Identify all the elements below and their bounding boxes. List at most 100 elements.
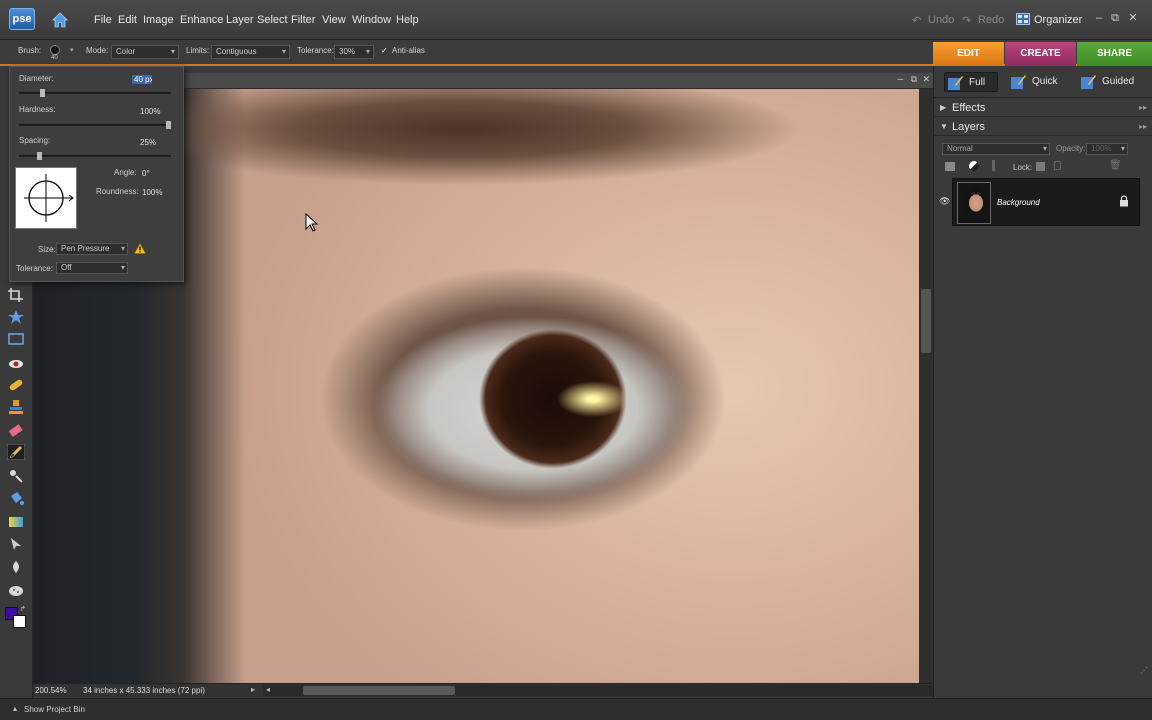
horizontal-scroll-thumb[interactable]: [303, 686, 455, 695]
link-layers-icon[interactable]: [992, 160, 995, 171]
hardness-slider-knob[interactable]: [166, 121, 171, 129]
show-project-bin-button[interactable]: Show Project Bin: [24, 705, 85, 714]
menu-file[interactable]: File: [94, 14, 112, 26]
close-icon[interactable]: ✕: [1127, 12, 1139, 24]
doc-restore-icon[interactable]: ⧉: [911, 74, 917, 85]
doc-minimize-icon[interactable]: –: [897, 74, 903, 85]
zoom-level[interactable]: 200.54%: [35, 686, 67, 695]
spot-healing-tool-icon[interactable]: [7, 377, 25, 393]
lock-transparent-icon[interactable]: [1036, 162, 1045, 171]
mouse-cursor-icon: [305, 213, 319, 232]
layers-controls: Normal Opacity: 100% Lock: 🗑: [934, 141, 1152, 179]
blur-tool-icon[interactable]: [7, 559, 25, 575]
organizer-icon: [1016, 13, 1030, 25]
resize-grip-icon[interactable]: ⋰: [1140, 666, 1148, 675]
cookie-cutter-tool-icon[interactable]: [7, 309, 25, 325]
lock-all-icon[interactable]: [1054, 161, 1061, 170]
diameter-slider[interactable]: [19, 89, 171, 97]
antialias-checkbox[interactable]: ✓: [381, 46, 388, 55]
clone-stamp-tool-icon[interactable]: [7, 399, 25, 415]
status-bar: 200.54% 34 inches x 45.333 inches (72 pp…: [33, 683, 943, 697]
swap-colors-icon[interactable]: ↱: [20, 605, 26, 613]
brush-tip-preview[interactable]: [15, 167, 77, 229]
tab-share[interactable]: SHARE: [1077, 42, 1152, 66]
tab-create[interactable]: CREATE: [1005, 42, 1076, 66]
redo-button[interactable]: Redo: [978, 14, 1004, 26]
layer-name[interactable]: Background: [997, 198, 1040, 207]
lock-icon: [1120, 195, 1128, 207]
new-layer-icon[interactable]: [945, 162, 955, 171]
minimize-icon[interactable]: –: [1093, 12, 1105, 24]
quick-fix-label: Quick: [1032, 76, 1058, 87]
full-edit-button[interactable]: Full: [944, 72, 998, 92]
tolerance-select[interactable]: Off: [56, 262, 128, 274]
brush-tool-icon[interactable]: [7, 444, 25, 460]
menu-layer[interactable]: Layer: [226, 14, 254, 26]
smart-brush-tool-icon[interactable]: [7, 467, 25, 483]
menu-enhance[interactable]: Enhance: [180, 14, 223, 26]
brush-preset-icon[interactable]: [50, 45, 60, 55]
organizer-button[interactable]: Organizer: [1034, 14, 1082, 26]
paint-bucket-tool-icon[interactable]: [7, 490, 25, 506]
mode-select[interactable]: Color: [111, 45, 179, 59]
lock-label: Lock:: [1013, 163, 1033, 172]
blend-mode-select[interactable]: Normal: [942, 143, 1050, 155]
hardness-label: Hardness:: [19, 105, 56, 114]
panel-bin: Full Quick Guided ▶ Effects ▸▸ ▼ Layers …: [933, 66, 1152, 698]
menu-view[interactable]: View: [322, 14, 346, 26]
mode-label: Mode:: [86, 46, 109, 55]
vertical-scroll-thumb[interactable]: [921, 289, 931, 353]
size-select[interactable]: Pen Pressure: [56, 243, 128, 255]
menu-select[interactable]: Select: [257, 14, 288, 26]
sponge-tool-icon[interactable]: [7, 582, 25, 598]
undo-button[interactable]: Undo: [928, 14, 954, 26]
diameter-slider-knob[interactable]: [40, 89, 45, 97]
spacing-slider-knob[interactable]: [37, 152, 42, 160]
menu-window[interactable]: Window: [352, 14, 391, 26]
tab-edit[interactable]: EDIT: [933, 42, 1004, 66]
limits-select[interactable]: Contiguous: [211, 45, 290, 59]
panel-menu-icon[interactable]: ▸▸: [1139, 99, 1147, 117]
diameter-input[interactable]: 40 px: [132, 75, 152, 84]
crop-tool-icon[interactable]: [7, 287, 25, 303]
quick-fix-icon: [1011, 75, 1026, 89]
hardness-input[interactable]: 100%: [140, 107, 160, 116]
angle-input[interactable]: 0°: [142, 169, 150, 178]
tolerance-input[interactable]: 30%: [334, 45, 374, 59]
menu-edit[interactable]: Edit: [118, 14, 137, 26]
home-icon[interactable]: [50, 10, 70, 30]
menu-filter[interactable]: Filter: [291, 14, 315, 26]
menu-image[interactable]: Image: [143, 14, 174, 26]
doc-close-icon[interactable]: ✕: [922, 74, 930, 85]
roundness-input[interactable]: 100%: [142, 188, 162, 197]
adjustment-layer-icon[interactable]: [969, 161, 979, 171]
scroll-left-icon[interactable]: ◂: [266, 685, 270, 694]
visibility-eye-icon[interactable]: 👁: [939, 196, 950, 207]
menu-help[interactable]: Help: [396, 14, 419, 26]
horizontal-scrollbar[interactable]: ◂ ▸: [263, 685, 943, 696]
spacing-slider[interactable]: [19, 152, 171, 160]
effects-panel-header[interactable]: ▶ Effects ▸▸: [934, 99, 1152, 117]
effects-panel-title: Effects: [952, 102, 986, 114]
panel-menu-icon[interactable]: ▸▸: [1139, 118, 1147, 136]
straighten-tool-icon[interactable]: [7, 331, 25, 347]
angle-label: Angle:: [114, 168, 137, 177]
project-bin-arrow-icon[interactable]: ▴: [13, 704, 17, 713]
vertical-scrollbar[interactable]: [919, 89, 933, 683]
restore-icon[interactable]: ⧉: [1109, 12, 1121, 24]
delete-layer-icon[interactable]: 🗑: [1109, 160, 1122, 171]
background-color-swatch[interactable]: [13, 615, 26, 628]
guided-edit-button[interactable]: Guided: [1078, 72, 1148, 92]
hardness-slider[interactable]: [19, 121, 171, 129]
spacing-input[interactable]: 25%: [140, 138, 156, 147]
status-menu-arrow-icon[interactable]: ▸: [251, 685, 255, 694]
brush-dropdown-icon[interactable]: ▾: [70, 46, 74, 54]
opacity-input[interactable]: 100%: [1086, 143, 1128, 155]
quick-fix-button[interactable]: Quick: [1008, 72, 1068, 92]
red-eye-tool-icon[interactable]: [7, 356, 25, 372]
shape-tool-icon[interactable]: [7, 536, 25, 552]
layers-panel-header[interactable]: ▼ Layers ▸▸: [934, 118, 1152, 136]
gradient-tool-icon[interactable]: [7, 514, 25, 530]
layer-row[interactable]: Background: [952, 178, 1140, 226]
eraser-tool-icon[interactable]: [7, 423, 25, 439]
